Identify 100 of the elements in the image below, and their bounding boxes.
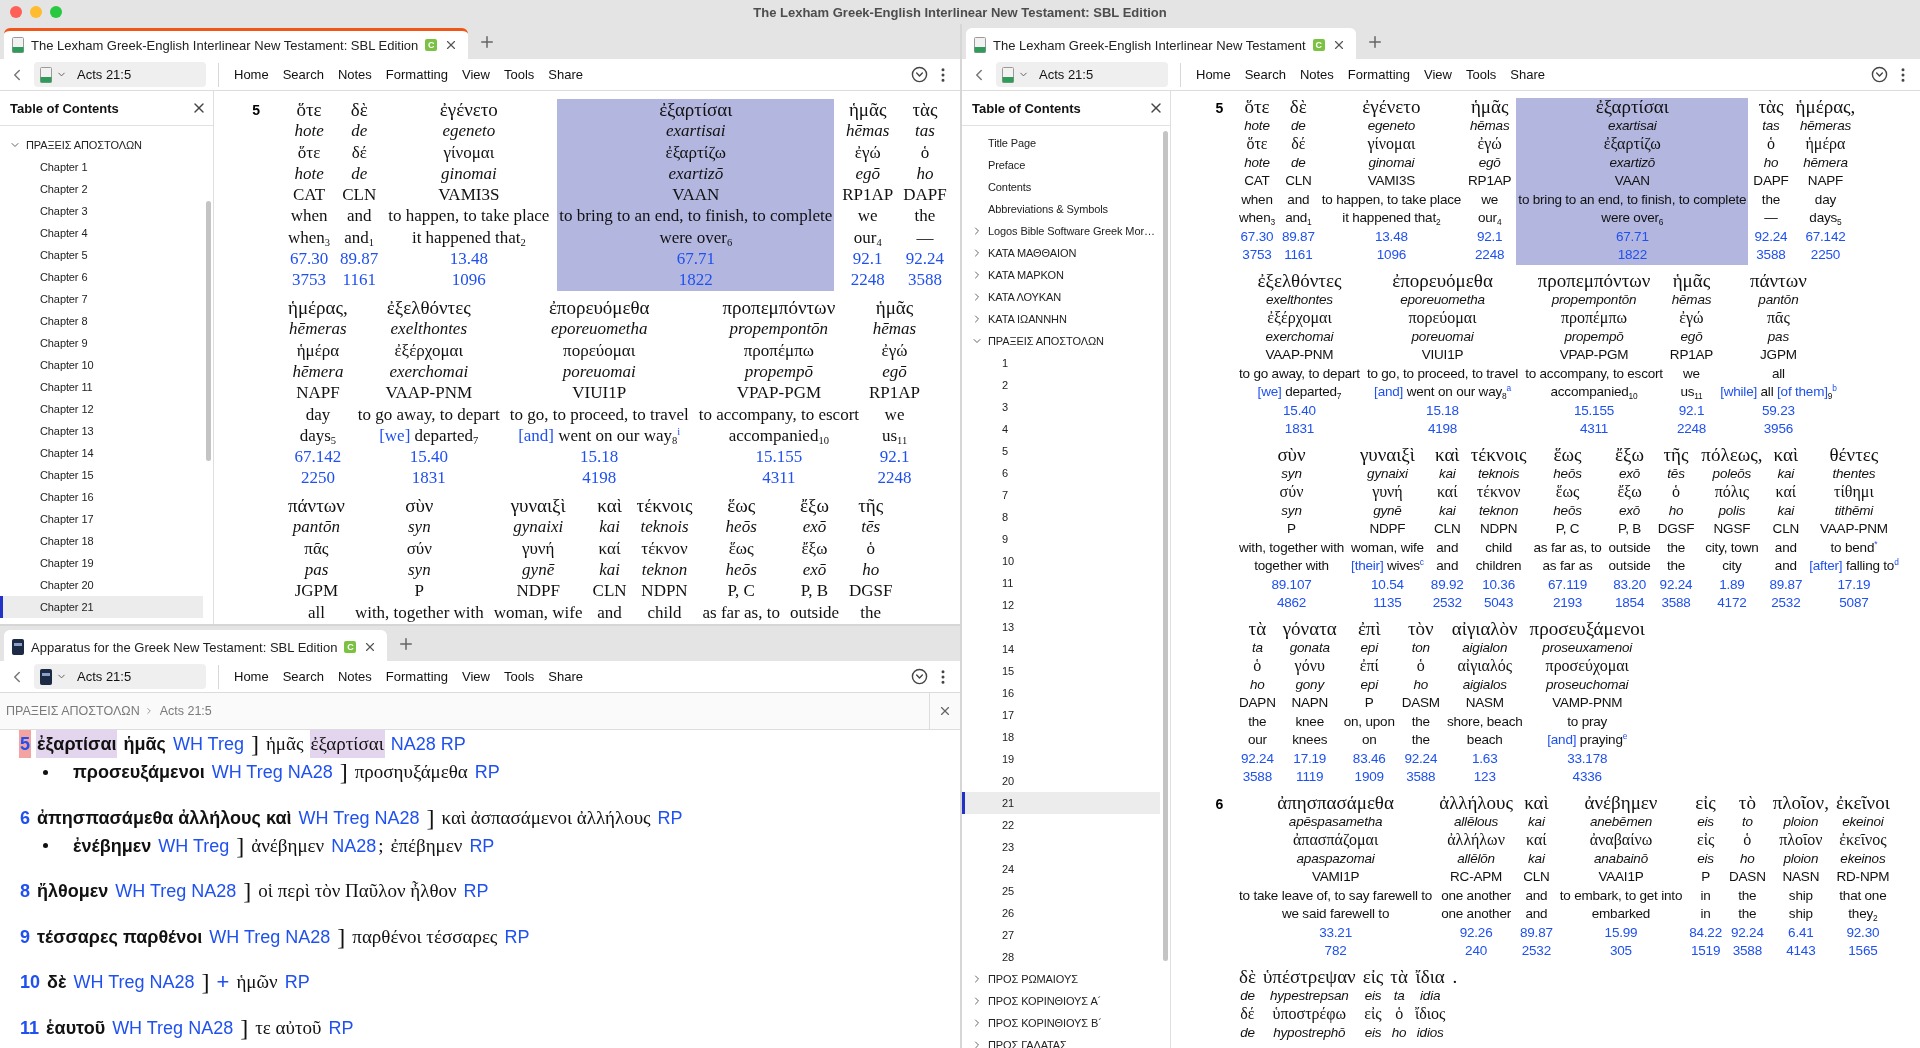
toc-item[interactable]: 19 — [962, 748, 1160, 770]
toc-item[interactable]: Chapter 10 — [0, 354, 203, 376]
interlinear-word[interactable]: δὲ de δέ de — [1237, 968, 1258, 1042]
toc-item[interactable]: 23 — [962, 836, 1160, 858]
interlinear-word[interactable]: ἡμᾶς hēmas ἐγώ egō RP1AP we us$_{11}$ 92.1 2248 — [1667, 272, 1716, 439]
menu-item[interactable]: Formatting — [1340, 67, 1417, 82]
interlinear-word[interactable]: ὑπέστρεψαν hypestrepsan ὑποστρέφω hypostrephō — [1260, 968, 1358, 1042]
menu-item[interactable]: Home — [227, 67, 276, 82]
menu-item[interactable]: Formatting — [378, 669, 455, 684]
dropdown-icon[interactable] — [911, 668, 928, 685]
toc-item[interactable]: 3 — [962, 396, 1160, 418]
dropdown-icon[interactable] — [1871, 66, 1888, 83]
interlinear-word[interactable]: σὺν syn σύν syn P with, together with together with 89.107 4862 — [1237, 446, 1346, 613]
siglum-link[interactable]: RP — [468, 831, 496, 860]
toc-item[interactable]: Preface — [962, 154, 1160, 176]
toc-item[interactable]: 9 — [962, 528, 1160, 550]
siglum-link[interactable]: WH Treg NA28 — [111, 1013, 235, 1042]
toc-item[interactable]: Chapter 19 — [0, 552, 203, 574]
toc-item[interactable]: Chapter 13 — [0, 420, 203, 442]
reference-box[interactable]: Acts 21:5 — [34, 62, 206, 87]
toc-item[interactable]: Chapter 12 — [0, 398, 203, 420]
toc-item[interactable]: ΚΑΤΑ ΜΑΡΚΟΝ — [962, 264, 1160, 286]
toc-item[interactable]: 14 — [962, 638, 1160, 660]
interlinear-word[interactable]: ἕως heōs ἕως heōs P, C as far as, to as far as 67.119 2193 — [1531, 446, 1604, 613]
toc-item[interactable]: ΚΑΤΑ ΙΩΑΝΝΗΝ — [962, 308, 1160, 330]
breadcrumb-item[interactable]: ΠΡΑΞΕΙΣ ΑΠΟΣΤΟΛΩΝ — [0, 704, 140, 718]
toc-item[interactable]: Chapter 21 — [0, 596, 203, 618]
toc-item[interactable]: 6 — [962, 462, 1160, 484]
menu-item[interactable]: Search — [275, 669, 331, 684]
interlinear-word[interactable]: τὸ to ὁ ho DASN the the 92.24 3588 — [1727, 794, 1768, 961]
interlinear-word[interactable]: ἕως heōs ἕως heōs P, C as far as, to — [700, 495, 782, 623]
toc-item[interactable]: 2 — [962, 374, 1160, 396]
siglum-link[interactable]: RP — [503, 922, 531, 951]
interlinear-word[interactable]: ἴδια idia ἴδιος idios — [1412, 968, 1448, 1042]
reference-box[interactable]: Acts 21:5 — [996, 62, 1168, 87]
toc-item[interactable]: 5 — [962, 440, 1160, 462]
toc-item[interactable]: 11 — [962, 572, 1160, 594]
toc-item[interactable]: Chapter 9 — [0, 332, 203, 354]
menu-item[interactable]: Notes — [330, 67, 379, 82]
interlinear-word[interactable]: καὶ kai καί kai CLN and and 89.92 2532 — [1428, 446, 1466, 613]
toc-item[interactable]: Logos Bible Software Greek Mor… — [962, 220, 1160, 242]
interlinear-word[interactable]: γόνατα gonata γόνυ gony NAPN knee knees 17.19 1119 — [1280, 620, 1339, 787]
interlinear-word[interactable]: τέκνοις teknois τέκνον teknon NDPN child — [634, 495, 695, 623]
interlinear-word[interactable]: τὰς tas ὁ ho DAPF the — 92.24 3588 — [1751, 98, 1791, 265]
interlinear-word[interactable]: ἡμέρας, hēmeras ἡμέρα hēmera NAPF day days$_{5}$ 67.142 2250 — [1793, 98, 1858, 265]
interlinear-word[interactable]: τὰ ta ὁ ho DAPN the our 92.24 3588 — [1237, 620, 1278, 787]
toc-item[interactable]: Chapter 6 — [0, 266, 203, 288]
siglum-link[interactable]: RP — [327, 1013, 355, 1042]
interlinear-word[interactable]: ἡμᾶς hēmas ἐγώ egō RP1AP we our$_{4}$ 92.1 2248 — [1466, 98, 1514, 265]
toc-item[interactable]: Chapter 14 — [0, 442, 203, 464]
toc-item[interactable]: Chapter 3 — [0, 200, 203, 222]
toc-item[interactable]: 16 — [962, 682, 1160, 704]
document-tab[interactable]: The Lexham Greek-English Interlinear New Testament C — [966, 28, 1356, 59]
toc-item[interactable]: ΠΡΑΞΕΙΣ ΑΠΟΣΤΟΛΩΝ — [962, 330, 1160, 352]
interlinear-word[interactable]: εἰς eis εἰς eis — [1360, 968, 1386, 1042]
menu-item[interactable]: Share — [541, 67, 590, 82]
toc-item[interactable]: Chapter 11 — [0, 376, 203, 398]
interlinear-word[interactable]: ἐξελθόντες exelthontes ἐξέρχομαι exerchomai VAAP-PNM to go away, to depart [we] departed$_{7}$ 15.40 1831 — [1237, 272, 1362, 439]
siglum-link[interactable]: WH Treg — [157, 831, 231, 860]
interlinear-word[interactable]: εἰς eis εἰς eis P in in 84.22 1519 — [1687, 794, 1724, 961]
toc-item[interactable]: Chapter 5 — [0, 244, 203, 266]
interlinear-word[interactable]: ἀλλήλους allēlous ἀλλήλων allēlōn RC-APM one another one another 92.26 240 — [1437, 794, 1515, 961]
interlinear-word[interactable]: ὅτε hote ὅτε hote CAT when when$_{3}$ 67.30 3753 — [286, 99, 333, 291]
toc-item[interactable]: 1 — [962, 352, 1160, 374]
siglum-link[interactable]: RP — [473, 758, 501, 786]
menu-item[interactable]: View — [1417, 67, 1459, 82]
toc-item[interactable]: ΚΑΤΑ ΜΑΘΘΑΙΟΝ — [962, 242, 1160, 264]
interlinear-word[interactable]: προπεμπόντων propempontōn προπέμπω propempō VPAP-PGM to accompany, to escort accompanied$_{10}$ 15.155 4311 — [1523, 272, 1665, 439]
interlinear-word[interactable]: ἡμᾶς hēmas ἐγώ egō RP1AP we our$_{4}$ 92.1 2248 — [840, 99, 896, 291]
menu-item[interactable]: Formatting — [378, 67, 455, 82]
interlinear-word[interactable]: . — [1450, 968, 1460, 1042]
toc-item[interactable]: Chapter 15 — [0, 464, 203, 486]
interlinear-word[interactable]: τὸν ton ὁ ho DASM the the 92.24 3588 — [1399, 620, 1442, 787]
siglum-link[interactable]: WH Treg NA28 — [208, 922, 332, 951]
toc-item[interactable]: ΠΡΟΣ ΡΩΜΑΙΟΥΣ — [962, 968, 1160, 990]
interlinear-word[interactable]: ἡμᾶς hēmas ἐγώ egō RP1AP we us$_{11}$ 92.1 2248 — [867, 297, 923, 489]
toc-item[interactable]: 4 — [962, 418, 1160, 440]
interlinear-word[interactable]: ἐξελθόντες exelthontes ἐξέρχομαι exerchomai VAAP-PNM to go away, to depart [we] departed$_{7}$ 15.40 1831 — [355, 297, 502, 489]
interlinear-word[interactable]: τὰς tas ὁ ho DAPF the — 92.24 3588 — [901, 99, 949, 291]
interlinear-word[interactable]: ἐπὶ epi ἐπί epi P on, upon on 83.46 1909 — [1341, 620, 1397, 787]
toc-item[interactable]: 26 — [962, 902, 1160, 924]
toc-item[interactable]: Chapter 1 — [0, 156, 203, 178]
interlinear-word[interactable]: ἐγένετο egeneto γίνομαι ginomai VAMI3S to happen, to take place it happened that$_{2}$ 13.48 1096 — [386, 99, 552, 291]
interlinear-word[interactable]: ἐξαρτίσαι exartisai ἐξαρτίζω exartizō VAAN to bring to an end, to finish, to complete were over$_{6}$ 67.71 1822 — [557, 99, 835, 291]
menu-item[interactable]: Home — [227, 669, 276, 684]
menu-item[interactable]: Search — [1237, 67, 1293, 82]
toc-item[interactable]: ΠΡΑΞΕΙΣ ΑΠΟΣΤΟΛΩΝ — [0, 134, 203, 156]
toc-item[interactable]: Abbreviations & Symbols — [962, 198, 1160, 220]
interlinear-word[interactable]: ἐξαρτίσαι exartisai ἐξαρτίζω exartizō VAAN to bring to an end, to finish, to complete were over$_{6}$ 67.71 1822 — [1516, 98, 1749, 265]
interlinear-word[interactable]: προπεμπόντων propempontōn προπέμπω propempō VPAP-PGM to accompany, to escort accompanied$_{10}$ 15.155 4311 — [696, 297, 861, 489]
interlinear-word[interactable]: πόλεως, poleōs πόλις polis NGSF city, town city 1.89 4172 — [1699, 446, 1765, 613]
interlinear-word[interactable]: ὅτε hote ὅτε hote CAT when when$_{3}$ 67.30 3753 — [1237, 98, 1277, 265]
menu-item[interactable]: View — [455, 669, 497, 684]
interlinear-word[interactable]: ἐκεῖνοι ekeinoi ἐκεῖνος ekeinos RD-NPM that one they$_{2}$ 92.30 1565 — [1833, 794, 1892, 961]
toc-item[interactable]: 24 — [962, 858, 1160, 880]
interlinear-word[interactable]: αἰγιαλὸν aigialon αἰγιαλός aigialos NASM shore, beach beach 1.63 123 — [1444, 620, 1525, 787]
document-tab[interactable]: Apparatus for the Greek New Testament: SBL Edition C — [4, 630, 388, 661]
interlinear-word[interactable]: ἔξω exō ἔξω exō P, B outside — [787, 495, 841, 623]
scrollbar-thumb[interactable] — [1163, 131, 1168, 961]
toc-item[interactable]: 21 — [962, 792, 1160, 814]
